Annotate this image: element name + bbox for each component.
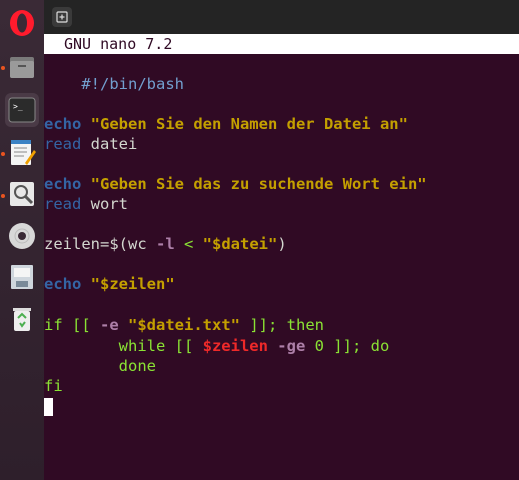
code-line-1: #!/bin/bash — [81, 75, 184, 93]
code-line-8: read wort — [44, 195, 128, 213]
save-disk-icon[interactable] — [5, 260, 39, 294]
document-viewer-icon[interactable] — [5, 177, 39, 211]
opera-browser-icon[interactable] — [5, 6, 39, 40]
terminal-icon[interactable]: >_ — [5, 93, 39, 127]
dock: >_ — [0, 0, 44, 480]
svg-text:>_: >_ — [13, 102, 23, 111]
text-editor-icon[interactable] — [5, 135, 39, 169]
code-line-4: echo "Geben Sie den Namen der Datei an" — [44, 115, 408, 133]
files-icon[interactable] — [5, 50, 39, 84]
disc-icon[interactable] — [5, 219, 39, 253]
terminal-titlebar — [44, 0, 519, 34]
code-line-7: echo "Geben Sie das zu suchende Wort ein… — [44, 175, 427, 193]
trash-icon[interactable] — [5, 302, 39, 336]
code-line-14: if [[ -e "$datei.txt" ]]; then — [44, 316, 324, 334]
code-line-12: echo "$zeilen" — [44, 275, 175, 293]
nano-title: GNU nano 7.2 — [64, 35, 173, 53]
nano-header: GNU nano 7.2 — [44, 34, 519, 54]
code-line-15: while [[ $zeilen -ge 0 ]]; do — [44, 337, 390, 355]
code-line-16: done — [44, 357, 156, 375]
code-line-17: fi — [44, 377, 63, 395]
editor-area[interactable]: #!/bin/bash echo "Geben Sie den Namen de… — [44, 54, 519, 480]
code-line-5: read datei — [44, 135, 138, 153]
code-line-10: zeilen=$(wc -l < "$datei") — [44, 235, 287, 253]
text-cursor — [44, 398, 53, 416]
new-tab-icon[interactable] — [52, 7, 72, 27]
